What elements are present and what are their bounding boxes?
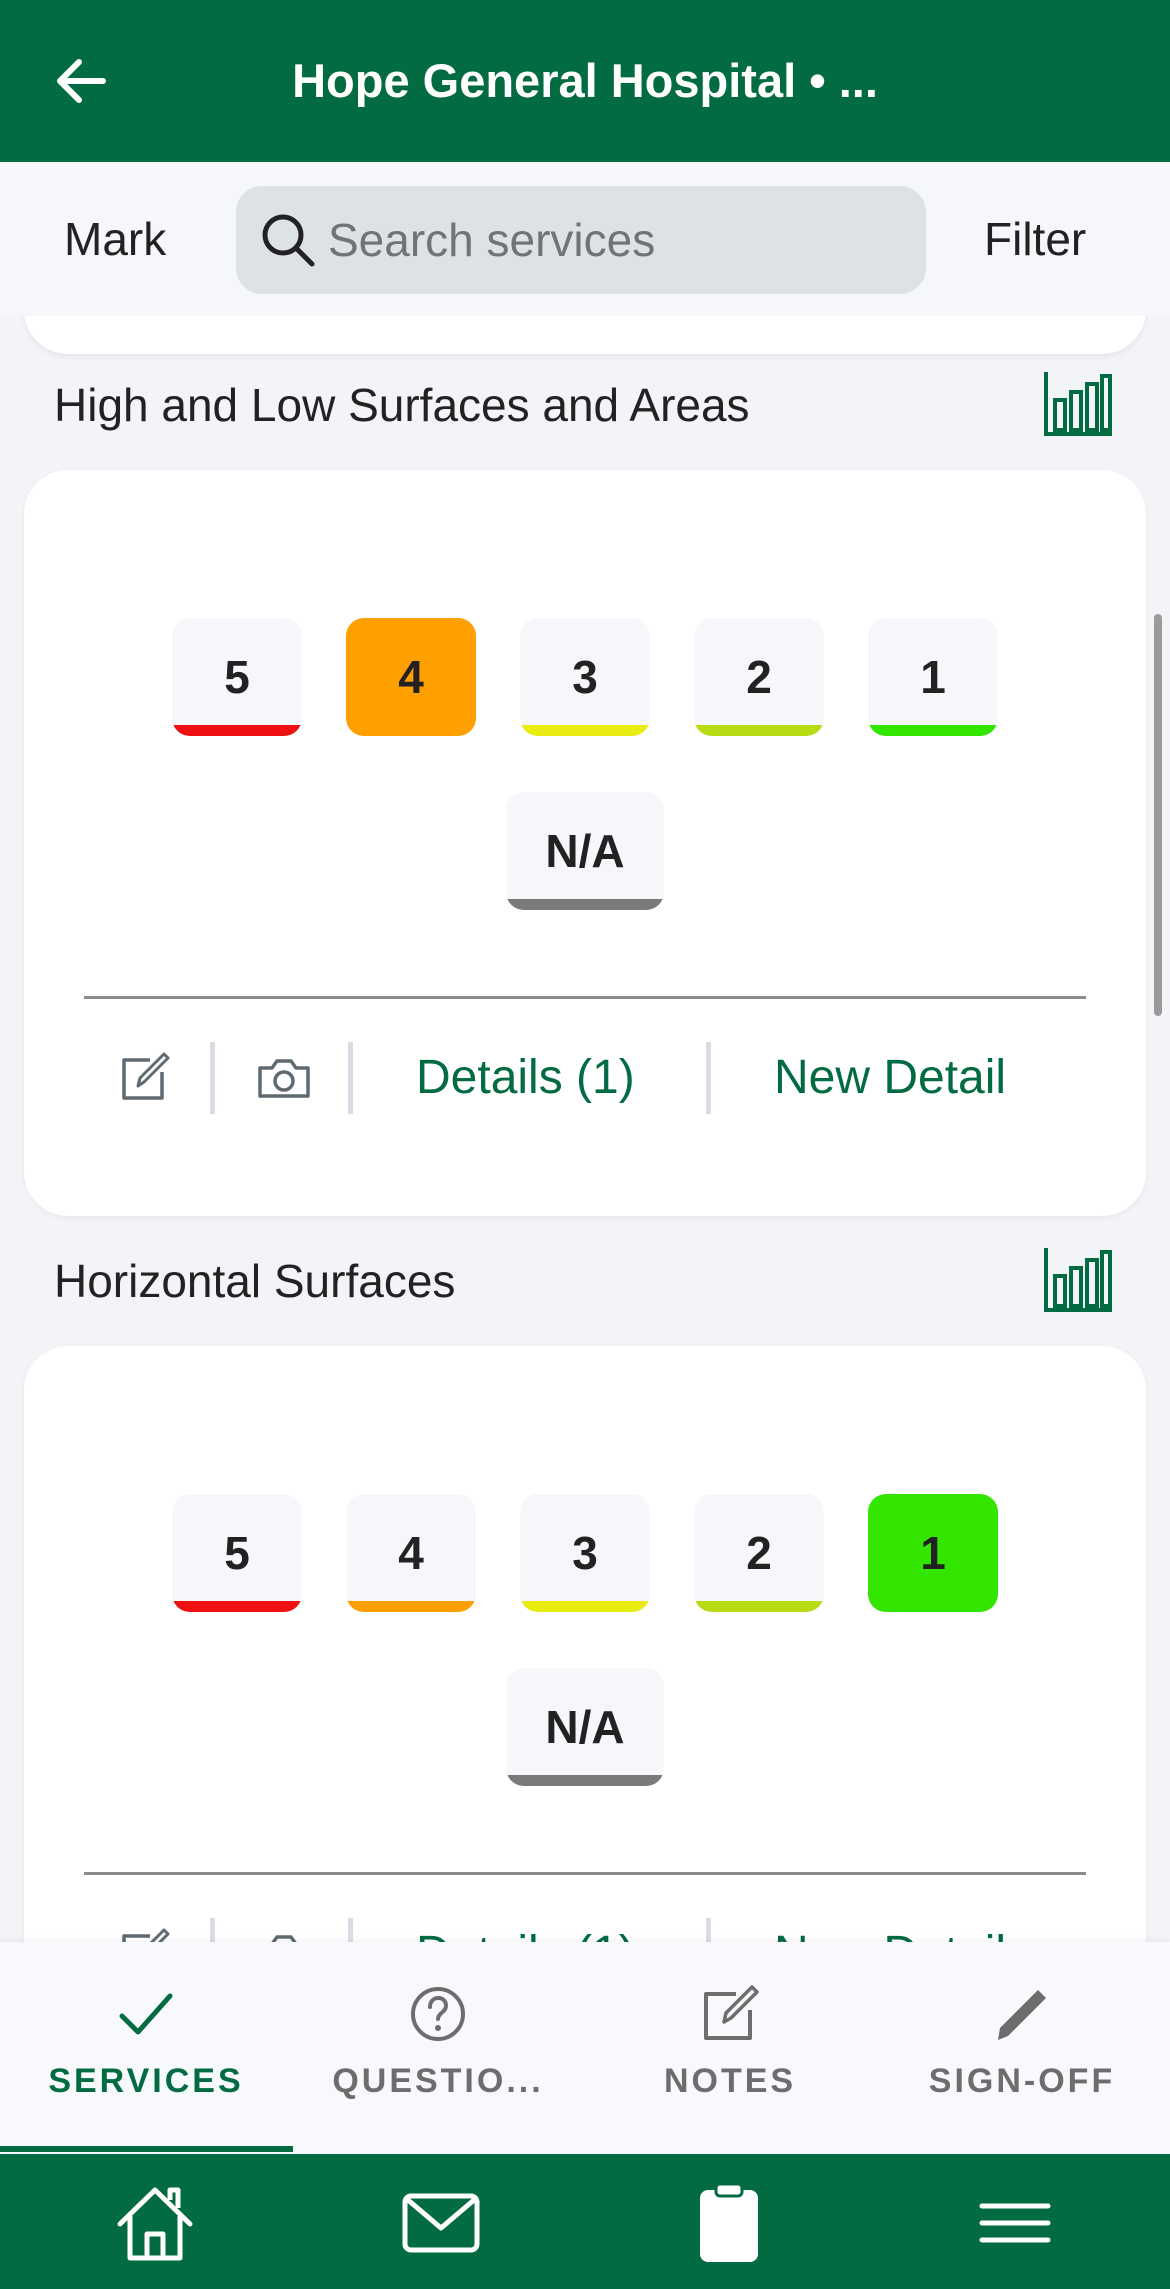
rating-button-4[interactable]: 4 [346,618,476,736]
back-button[interactable] [44,44,118,118]
arrow-left-icon [57,59,106,103]
rating-button-1[interactable]: 1 [868,618,998,736]
separator [706,1042,711,1114]
rating-color-bar [694,725,824,736]
rating-label: N/A [545,825,625,877]
rating-label: 4 [398,1527,424,1579]
tab-label: SIGN-OFF [928,2062,1116,2100]
mail-icon[interactable] [400,2182,482,2264]
tab-notes[interactable]: NOTES [584,1942,876,2154]
service-card: 5 4 3 2 1 N/A Details (1) New Detail [24,470,1146,1216]
camera-icon[interactable] [254,1048,314,1108]
rating-button-1[interactable]: 1 [868,1494,998,1612]
tab-label: SERVICES [48,2062,244,2100]
details-link[interactable]: Details (1) [416,1042,635,1114]
rating-color-bar [506,899,664,910]
tab-label: NOTES [663,2062,797,2100]
tab-questions[interactable]: QUESTIO... [292,1942,584,2154]
services-list[interactable]: High and Low Surfaces and Areas 5 4 3 2 … [0,316,1170,1942]
check-icon [119,1993,173,2035]
tab-services[interactable]: SERVICES [0,1942,292,2154]
scrollbar[interactable] [1154,614,1162,1016]
rating-label: 1 [920,651,946,703]
rating-color-bar [868,725,998,736]
separator [348,1918,353,1942]
rating-color-bar [520,725,650,736]
menu-icon[interactable] [974,2182,1056,2264]
new-detail-link[interactable]: New Detail [774,1042,1006,1114]
page-title: Hope General Hospital • ... [292,54,878,107]
rating-color-bar [172,1601,302,1612]
rating-color-bar [694,1601,824,1612]
separator [706,1918,711,1942]
note-edit-icon [704,1985,759,2040]
rating-color-bar [346,1601,476,1612]
rating-button-2[interactable]: 2 [694,618,824,736]
search-icon [262,214,315,267]
tab-label: QUESTIO... [332,2062,544,2100]
divider [84,1872,1086,1875]
rating-label: 5 [224,1527,250,1579]
rating-label: 3 [572,1527,598,1579]
rating-button-5[interactable]: 5 [172,618,302,736]
bar-chart-icon[interactable] [1040,1240,1116,1316]
details-link[interactable]: Details (1) [416,1918,635,1942]
rating-button-5[interactable]: 5 [172,1494,302,1612]
service-card: 5 4 3 2 1 N/A Details (1) New Detail [24,1346,1146,1942]
separator [210,1918,215,1942]
rating-button-3[interactable]: 3 [520,1494,650,1612]
pencil-icon [998,1990,1046,2040]
bar-chart-icon[interactable] [1040,364,1116,440]
rating-button-na[interactable]: N/A [506,1668,664,1786]
rating-label: 5 [224,651,250,703]
rating-button-3[interactable]: 3 [520,618,650,736]
separator [348,1042,353,1114]
camera-icon[interactable] [254,1924,314,1942]
note-edit-icon[interactable] [114,1924,174,1942]
bottom-nav [0,2154,1170,2289]
clipboard-icon[interactable] [688,2182,770,2264]
tab-bar: SERVICES QUESTIO... NOTES SIGN-OFF [0,1942,1170,2154]
filter-button[interactable]: Filter [984,204,1086,274]
rating-button-4[interactable]: 4 [346,1494,476,1612]
question-circle-icon [411,1987,465,2041]
rating-button-na[interactable]: N/A [506,792,664,910]
tab-sign-off[interactable]: SIGN-OFF [876,1942,1168,2154]
note-edit-icon[interactable] [114,1048,174,1108]
home-icon[interactable] [114,2182,196,2264]
section-title: Horizontal Surfaces [54,1255,456,1307]
rating-color-bar [520,1601,650,1612]
previous-card [24,316,1146,354]
rating-label: 2 [746,1527,772,1579]
rating-label: 4 [398,651,424,703]
rating-label: 3 [572,651,598,703]
rating-label: N/A [545,1701,625,1753]
search-box[interactable] [236,186,926,294]
section-title: High and Low Surfaces and Areas [54,379,750,431]
divider [84,996,1086,999]
new-detail-link[interactable]: New Detail [774,1918,1006,1942]
app-bar: Hope General Hospital • ... [0,0,1170,162]
mark-button[interactable]: Mark [64,204,166,274]
search-input[interactable] [328,186,908,294]
rating-button-2[interactable]: 2 [694,1494,824,1612]
active-tab-indicator [0,2146,293,2152]
rating-color-bar [172,725,302,736]
rating-label: 1 [920,1527,946,1579]
separator [210,1042,215,1114]
rating-label: 2 [746,651,772,703]
rating-color-bar [506,1775,664,1786]
